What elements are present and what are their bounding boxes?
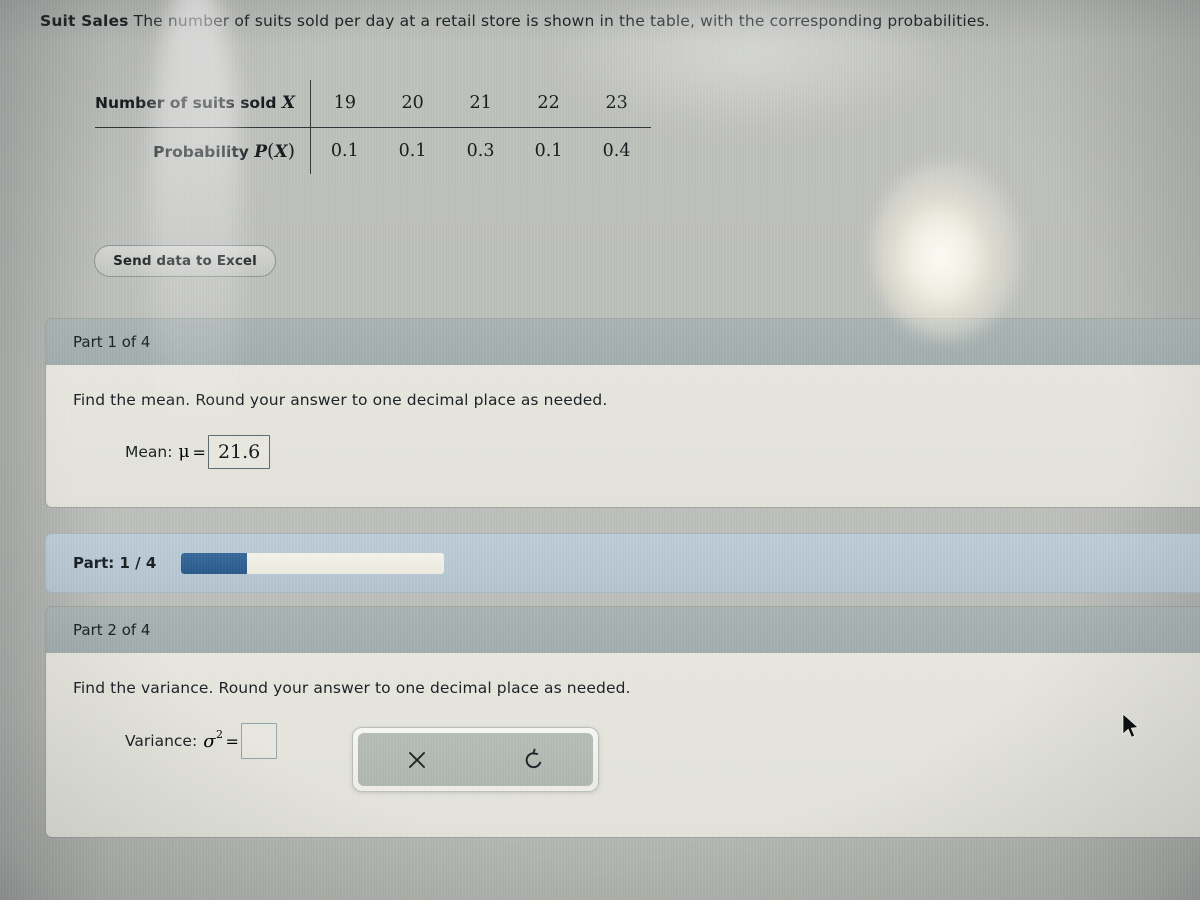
prompt-lead-label: Suit Sales: [40, 12, 129, 30]
part-1-panel: Part 1 of 4 Find the mean. Round your an…: [45, 318, 1200, 508]
table-cell-x-0: 19: [310, 80, 379, 128]
sigma-exponent: 2: [215, 728, 223, 741]
mean-answer-label: Mean:: [125, 443, 173, 461]
table-cell-p-4: 0.4: [602, 140, 631, 161]
row-header-suits-sold: Number of suits sold X: [95, 80, 311, 128]
part-progress-label: Part: 1 / 4: [73, 554, 157, 572]
part-2-header-label: Part 2 of 4: [73, 621, 151, 639]
screen-glare-reflection: [872, 160, 1022, 340]
part-progress-fill: [181, 552, 248, 574]
mean-equals-sign: =: [192, 442, 206, 462]
send-data-to-excel-button[interactable]: Send data to Excel: [94, 245, 276, 277]
undo-arrow-icon[interactable]: [512, 738, 556, 782]
sigma-symbol: σ2: [203, 728, 223, 752]
answer-action-toolbar: [352, 727, 599, 792]
part-progress-bar[interactable]: [181, 552, 445, 574]
table-cell-p-2: 0.3: [466, 140, 495, 161]
row-header-probability-function: P: [254, 141, 268, 162]
table-cell-x-3: 22: [514, 80, 583, 128]
screen-surface: Suit Sales The number of suits sold per …: [0, 0, 1200, 900]
table-cell-x-1: 20: [378, 80, 447, 128]
probability-distribution-table: Number of suits sold X 19 20 21 22 23 Pr…: [95, 80, 651, 174]
row-header-probability-close-paren: ): [287, 139, 296, 162]
sigma-glyph: σ: [203, 731, 216, 752]
variance-equals-sign: =: [225, 731, 239, 751]
part-2-panel: Part 2 of 4 Find the variance. Round you…: [45, 606, 1200, 838]
mu-symbol: μ: [178, 442, 190, 462]
table-cell-p-1: 0.1: [398, 140, 427, 161]
part-1-header: Part 1 of 4: [46, 319, 1200, 365]
part-1-answer-row: Mean: μ = 21.6: [73, 435, 1183, 469]
part-2-question-text: Find the variance. Round your answer to …: [73, 679, 631, 697]
table-row-probabilities: Probability P(X) 0.1 0.1 0.3 0.1 0.4: [95, 127, 651, 174]
table-row-x-values: Number of suits sold X 19 20 21 22 23: [95, 80, 651, 128]
mean-input[interactable]: 21.6: [207, 435, 271, 469]
row-header-probability-text: Probability: [153, 142, 249, 161]
part-2-body: Find the variance. Round your answer to …: [46, 653, 1200, 837]
row-header-probability: Probability P(X): [95, 127, 311, 174]
variance-answer-label: Variance:: [125, 732, 198, 750]
send-data-to-excel-label: Send data to Excel: [113, 253, 257, 269]
part-1-question-text: Find the mean. Round your answer to one …: [73, 391, 608, 409]
table-cell-p-3: 0.1: [534, 140, 563, 161]
part-2-header: Part 2 of 4: [46, 607, 1200, 653]
part-1-body: Find the mean. Round your answer to one …: [46, 365, 1200, 507]
part-1-header-label: Part 1 of 4: [73, 333, 151, 351]
row-header-probability-argument: X: [274, 141, 288, 162]
part-progress-strip: Part: 1 / 4: [45, 533, 1200, 593]
table-cell-x-2: 21: [446, 80, 515, 128]
prompt-body-text: The number of suits sold per day at a re…: [133, 12, 990, 30]
table-cell-p-0: 0.1: [310, 127, 379, 174]
row-header-suits-sold-variable: X: [281, 93, 296, 114]
variance-input[interactable]: [240, 723, 277, 759]
row-header-suits-sold-text: Number of suits sold: [95, 94, 277, 113]
table-cell-x-4: 23: [582, 80, 651, 128]
x-clear-icon[interactable]: [395, 738, 439, 782]
question-prompt: Suit Sales The number of suits sold per …: [40, 12, 1170, 30]
part-2-answer-row: Variance: σ2 =: [73, 723, 1183, 792]
